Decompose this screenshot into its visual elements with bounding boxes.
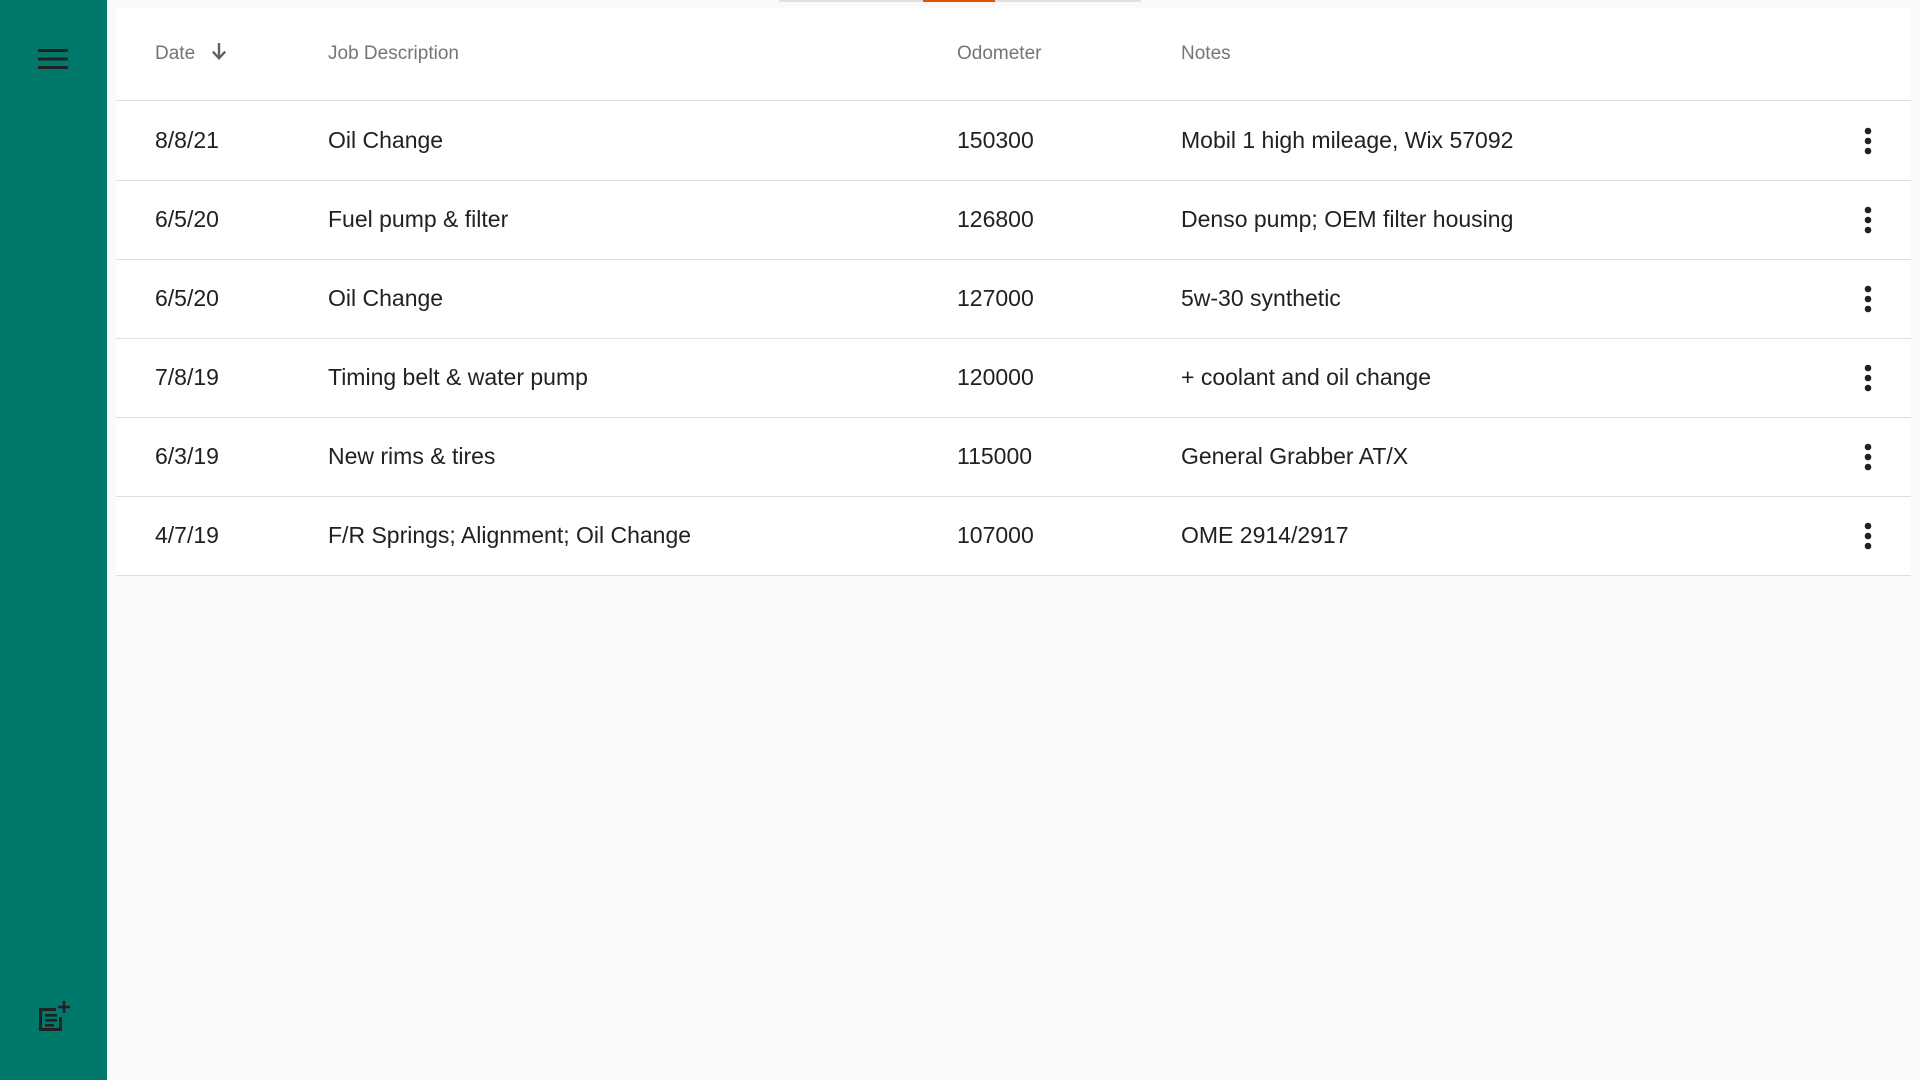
table-row[interactable]: 8/8/21 Oil Change 150300 Mobil 1 high mi… — [116, 101, 1911, 181]
cell-job-description: Fuel pump & filter — [328, 206, 509, 232]
cell-notes: + coolant and oil change — [1181, 364, 1432, 390]
cell-odometer: 120000 — [957, 364, 1034, 390]
cell-notes: Denso pump; OEM filter housing — [1181, 206, 1514, 232]
table-row[interactable]: 4/7/19 F/R Springs; Alignment; Oil Chang… — [116, 496, 1911, 576]
cell-notes: Mobil 1 high mileage, Wix 57092 — [1181, 127, 1514, 153]
service-log-table: Date Job Description Odometer Notes 8/8/… — [116, 8, 1911, 576]
row-menu-button[interactable] — [1846, 277, 1890, 321]
cell-date: 7/8/19 — [155, 364, 219, 390]
cell-date: 4/7/19 — [155, 522, 219, 548]
row-menu-button[interactable] — [1846, 435, 1890, 479]
arrow-down-icon[interactable] — [210, 42, 228, 62]
cell-job-description: Oil Change — [328, 127, 444, 153]
cell-job-description: F/R Springs; Alignment; Oil Change — [328, 522, 692, 548]
header-notes[interactable]: Notes — [1181, 43, 1231, 65]
cell-odometer: 107000 — [957, 522, 1034, 548]
more-vert-icon — [1864, 443, 1872, 471]
menu-icon — [38, 49, 68, 69]
header-date-label: Date — [155, 43, 196, 64]
cell-notes: General Grabber AT/X — [1181, 443, 1409, 469]
table-row[interactable]: 7/8/19 Timing belt & water pump 120000 +… — [116, 338, 1911, 418]
table-row[interactable]: 6/5/20 Fuel pump & filter 126800 Denso p… — [116, 180, 1911, 260]
row-menu-button[interactable] — [1846, 119, 1890, 163]
cell-notes: 5w-30 synthetic — [1181, 285, 1341, 311]
cell-odometer: 115000 — [957, 443, 1033, 469]
cell-date: 8/8/21 — [155, 127, 219, 153]
cell-odometer: 127000 — [957, 285, 1034, 311]
table-row[interactable]: 6/3/19 New rims & tires 115000 General G… — [116, 417, 1911, 497]
cell-date: 6/5/20 — [155, 285, 219, 311]
more-vert-icon — [1864, 206, 1872, 234]
row-menu-button[interactable] — [1846, 514, 1890, 558]
table-header: Date Job Description Odometer Notes — [116, 8, 1911, 101]
row-menu-button[interactable] — [1846, 356, 1890, 400]
cell-odometer: 126800 — [957, 206, 1034, 232]
cell-date: 6/5/20 — [155, 206, 219, 232]
add-entry-button[interactable] — [31, 997, 75, 1037]
add-note-icon — [39, 1001, 70, 1031]
cell-job-description: New rims & tires — [328, 443, 496, 469]
header-date[interactable]: Date — [155, 43, 228, 65]
row-menu-button[interactable] — [1846, 198, 1890, 242]
table-row[interactable]: 6/5/20 Oil Change 127000 5w-30 synthetic — [116, 259, 1911, 339]
more-vert-icon — [1864, 364, 1872, 392]
more-vert-icon — [1864, 127, 1872, 155]
loading-progress — [923, 0, 995, 2]
header-odometer[interactable]: Odometer — [957, 43, 1041, 65]
header-job-description[interactable]: Job Description — [328, 43, 459, 65]
menu-button[interactable] — [31, 41, 75, 77]
cell-job-description: Timing belt & water pump — [328, 364, 588, 390]
cell-odometer: 150300 — [957, 127, 1034, 153]
more-vert-icon — [1864, 522, 1872, 550]
sidebar — [0, 0, 107, 1080]
more-vert-icon — [1864, 285, 1872, 313]
cell-date: 6/3/19 — [155, 443, 219, 469]
cell-job-description: Oil Change — [328, 285, 444, 311]
cell-notes: OME 2914/2917 — [1181, 522, 1349, 548]
